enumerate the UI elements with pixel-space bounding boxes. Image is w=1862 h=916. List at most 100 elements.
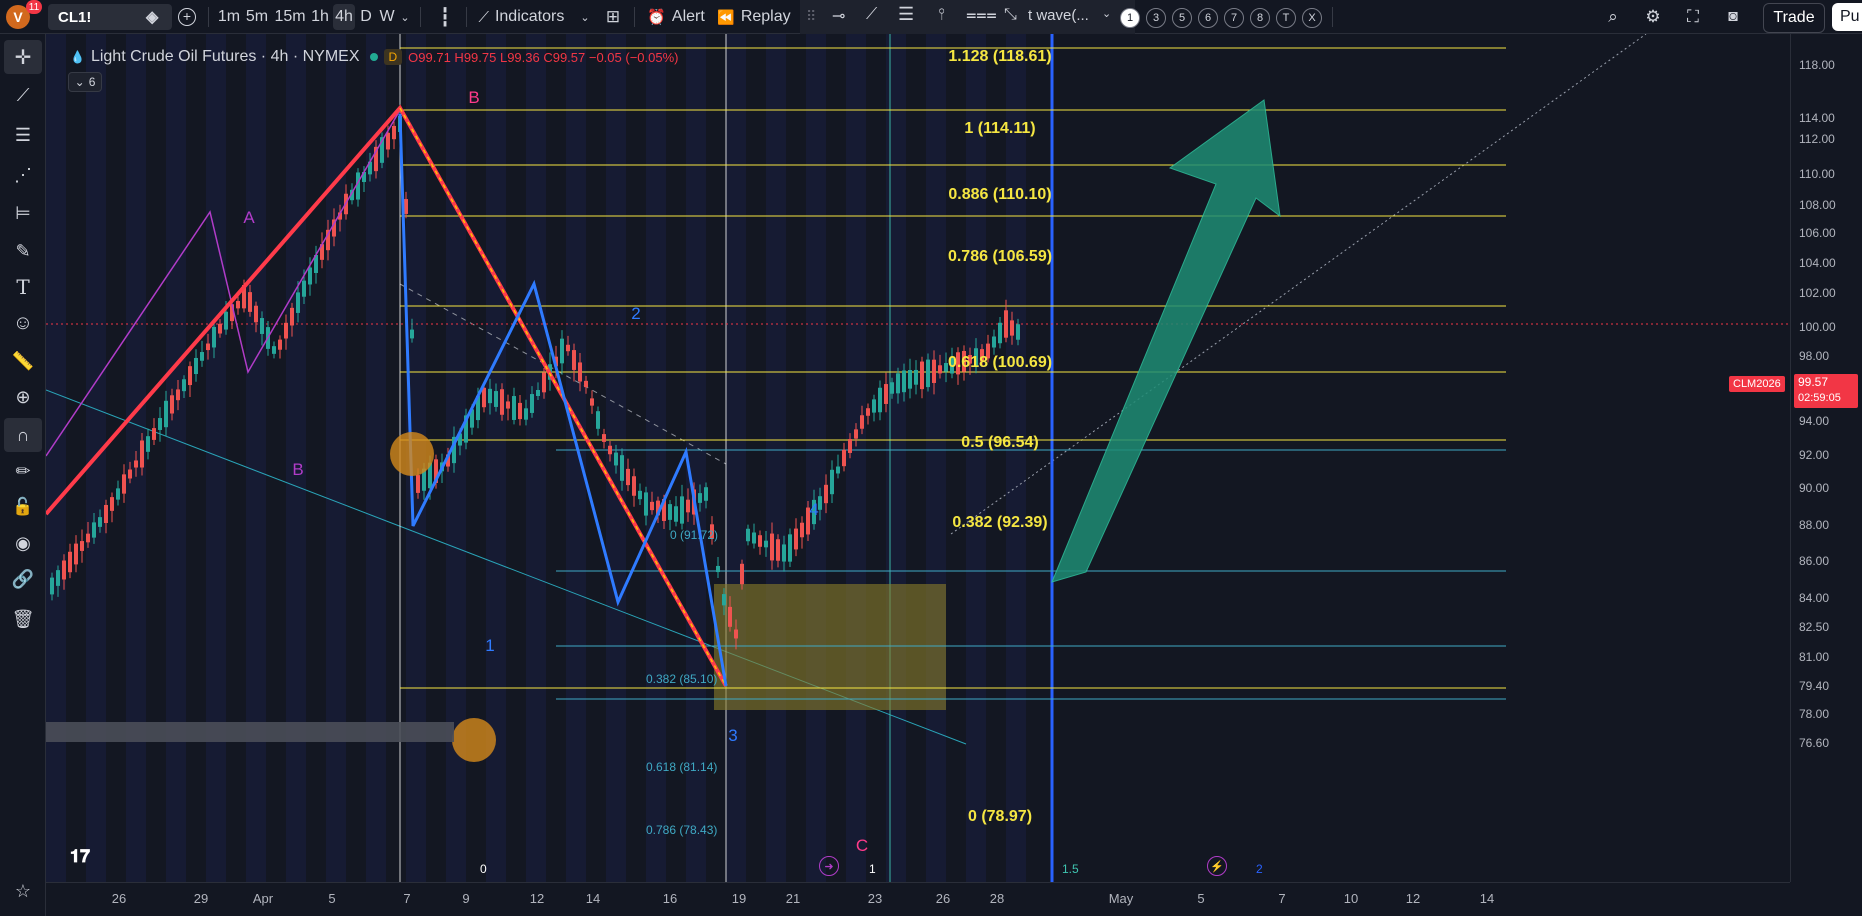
link-tool[interactable]: 🔗 [4,562,42,596]
price-label: 118.00 [1799,58,1835,72]
candle-body [566,344,570,352]
vertical-line-icon[interactable]: ⫯ [938,6,945,24]
time-label: 26 [935,891,951,906]
brush-tool[interactable]: ✎ [4,234,42,268]
chart-type-button[interactable]: ┇ [432,4,458,30]
event-icon-left[interactable]: ➜ [819,856,839,876]
zoom-tool[interactable]: ⊕ [4,380,42,414]
price-label: 78.00 [1799,707,1830,721]
wave-label-blue-1: 1 [485,636,495,655]
snapshot-button[interactable]: ◙ [1720,4,1746,30]
price-label: 98.00 [1799,349,1830,363]
chevron-down-icon[interactable]: ⌄ [1102,7,1111,20]
timeframe-5m[interactable]: 5m [244,4,270,30]
fib-tool[interactable]: ☰ [4,118,42,152]
replay-button[interactable]: ⏪ Replay [717,4,790,30]
timeframe-label: W [379,8,395,25]
forecast-tool[interactable]: ⊨ [4,196,42,230]
candle-body [128,469,132,479]
timeframe-1m[interactable]: 1m [216,4,242,30]
path-icon[interactable]: ⤡ [1004,6,1017,24]
timeframe-w[interactable]: W [378,4,396,30]
wave-degree-1[interactable]: 1 [1120,8,1140,28]
camera-icon: ◙ [1728,8,1738,25]
text-tool[interactable]: T [4,270,42,304]
wave-degree-8[interactable]: 8 [1250,8,1270,28]
candle-body [416,475,420,493]
timeframe-15m[interactable]: 15m [274,4,306,30]
candle-body [218,323,222,334]
wave-tool-label[interactable]: t wave(... [1028,7,1089,24]
fullscreen-button[interactable]: ⛶ [1680,4,1706,30]
trend-line-icon[interactable]: ⟋ [866,6,877,24]
pattern-tool[interactable]: ⋰ [4,158,42,192]
wave-degree-7[interactable]: 7 [1224,8,1244,28]
symbol-search[interactable]: CL1! ◈ [48,4,172,30]
gem-icon[interactable]: ◈ [146,7,158,27]
magnet-tool[interactable]: ∩ [4,418,42,452]
publish-button[interactable]: Pu [1832,3,1862,31]
timeframe-4h[interactable]: 4h [333,4,355,30]
trade-label: Trade [1773,9,1815,26]
candle-body [728,606,732,627]
indicators-button[interactable]: ⟋ Indicators ⌄ [476,4,592,30]
wave-degree-x[interactable]: X [1302,8,1322,28]
remove-drawings-tool[interactable]: 🗑 [4,602,42,636]
templates-button[interactable]: ⊞ [600,4,626,30]
parallel-channel-icon[interactable]: ⩶ [966,4,997,25]
candle-body [770,533,774,561]
candle-body [134,460,138,468]
price-label: 81.00 [1799,650,1830,664]
add-symbol-button[interactable]: + [176,4,198,30]
wave-degree-5[interactable]: 5 [1172,8,1192,28]
trendline-tool[interactable]: ⟋ [4,78,42,112]
wave-label-red-c: C [855,836,869,855]
price-axis[interactable]: 118.00 114.00 112.00 110.00 108.00 106.00 104.… [1790,34,1862,882]
indicators-collapse[interactable]: ⌄ 6 [68,72,102,92]
session-background [46,34,1046,882]
trade-button[interactable]: Trade [1763,3,1825,33]
candle-body [608,445,612,455]
timeframe-dropdown[interactable]: ⌄ [398,4,412,30]
wave-degree-3[interactable]: 3 [1146,8,1166,28]
crosshair-tool[interactable]: ✛ [4,40,42,74]
stay-drawing-tool[interactable]: ✏ [4,454,42,488]
drag-handle-icon[interactable]: ⠿ [806,8,816,25]
tradingview-logo[interactable]: 𝟏𝟕 [70,846,90,867]
cycle-label-15: 1.5 [1062,862,1079,876]
candle-body [614,452,618,466]
candle-body [296,292,300,313]
wave-degree-6[interactable]: 6 [1198,8,1218,28]
hide-drawings-tool[interactable]: ◉ [4,526,42,560]
candle-body [992,336,996,348]
candle-body [1010,320,1014,336]
smiley-icon: ☺ [12,311,34,334]
wave-label-purple-b: B [292,460,304,479]
event-icon-right[interactable]: ⚡ [1207,856,1227,876]
measure-tool[interactable]: 📏 [4,344,42,378]
alert-button[interactable]: ⏰ Alert [644,4,708,30]
chart-canvas[interactable] [46,34,1790,882]
favorites-tool[interactable]: ☆ [4,874,42,908]
fib-label-1: 1 (114.11) [964,120,1036,137]
wave-degree-t[interactable]: T [1276,8,1296,28]
horizontal-ray-icon[interactable]: ⊸ [832,6,845,26]
fib-label-0: 0 (78.97) [967,808,1033,825]
navigation-strip[interactable] [46,722,454,742]
candle-body [638,490,642,500]
chevron-down-icon: ⌄ [580,11,590,24]
settings-button[interactable]: ⚙ [1640,4,1666,30]
fib-retracement-icon[interactable]: ☰ [898,4,914,25]
time-axis[interactable]: 26 29 Apr 5 7 9 12 14 16 19 21 23 26 28 May 5 7 10 12 14 [46,882,1790,916]
timeframe-d[interactable]: D [358,4,374,30]
toolbar-divider [1332,7,1333,27]
candle-body [500,389,504,415]
lock-drawings-tool[interactable]: 🔓 [4,490,42,524]
candle-body [860,415,864,429]
legend-title[interactable]: Light Crude Oil Futures · 4h · NYMEX [91,48,360,66]
candle-body [914,369,918,385]
emoji-tool[interactable]: ☺ [4,306,42,340]
time-label: 7 [403,891,411,906]
timeframe-1h[interactable]: 1h [308,4,332,30]
quick-search-button[interactable]: ⌕ [1600,4,1626,30]
